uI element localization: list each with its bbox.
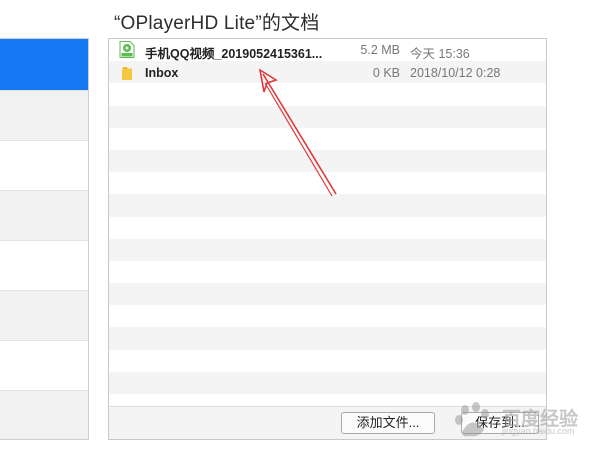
file-row[interactable]: 手机QQ视频_2019052415361... 5.2 MB 今天 15:36 (109, 39, 546, 61)
sidebar-item[interactable] (0, 391, 88, 439)
mp4-file-icon (119, 41, 135, 58)
file-name: 手机QQ视频_2019052415361... (145, 47, 323, 61)
sidebar-item[interactable] (0, 191, 88, 241)
paw-logo-icon (455, 402, 489, 437)
sidebar-item[interactable] (0, 241, 88, 291)
sidebar-item-selected[interactable] (0, 39, 88, 91)
add-file-button[interactable]: 添加文件... (341, 412, 435, 434)
document-list-panel: 手机QQ视频_2019052415361... 5.2 MB 今天 15:36 … (108, 38, 547, 440)
file-date: 今天 15:36 (410, 47, 470, 61)
baidu-watermark: 百度经验 jingyan.baidu.com (452, 400, 592, 440)
file-date: 2018/10/12 0:28 (410, 66, 501, 80)
watermark-url: jingyan.baidu.com (502, 426, 575, 436)
page-title: “OPlayerHD Lite”的文档 (114, 13, 320, 34)
sidebar-item[interactable] (0, 91, 88, 141)
folder-icon (122, 67, 132, 80)
list-background (109, 39, 546, 417)
sidebar-item[interactable] (0, 341, 88, 391)
app-list-sidebar (0, 38, 89, 440)
sidebar-item[interactable] (0, 141, 88, 191)
file-size: 0 KB (372, 66, 400, 80)
file-size: 5.2 MB (360, 43, 400, 57)
sidebar-item[interactable] (0, 291, 88, 341)
file-name: Inbox (145, 66, 179, 80)
file-row[interactable]: Inbox 0 KB 2018/10/12 0:28 (109, 62, 546, 84)
